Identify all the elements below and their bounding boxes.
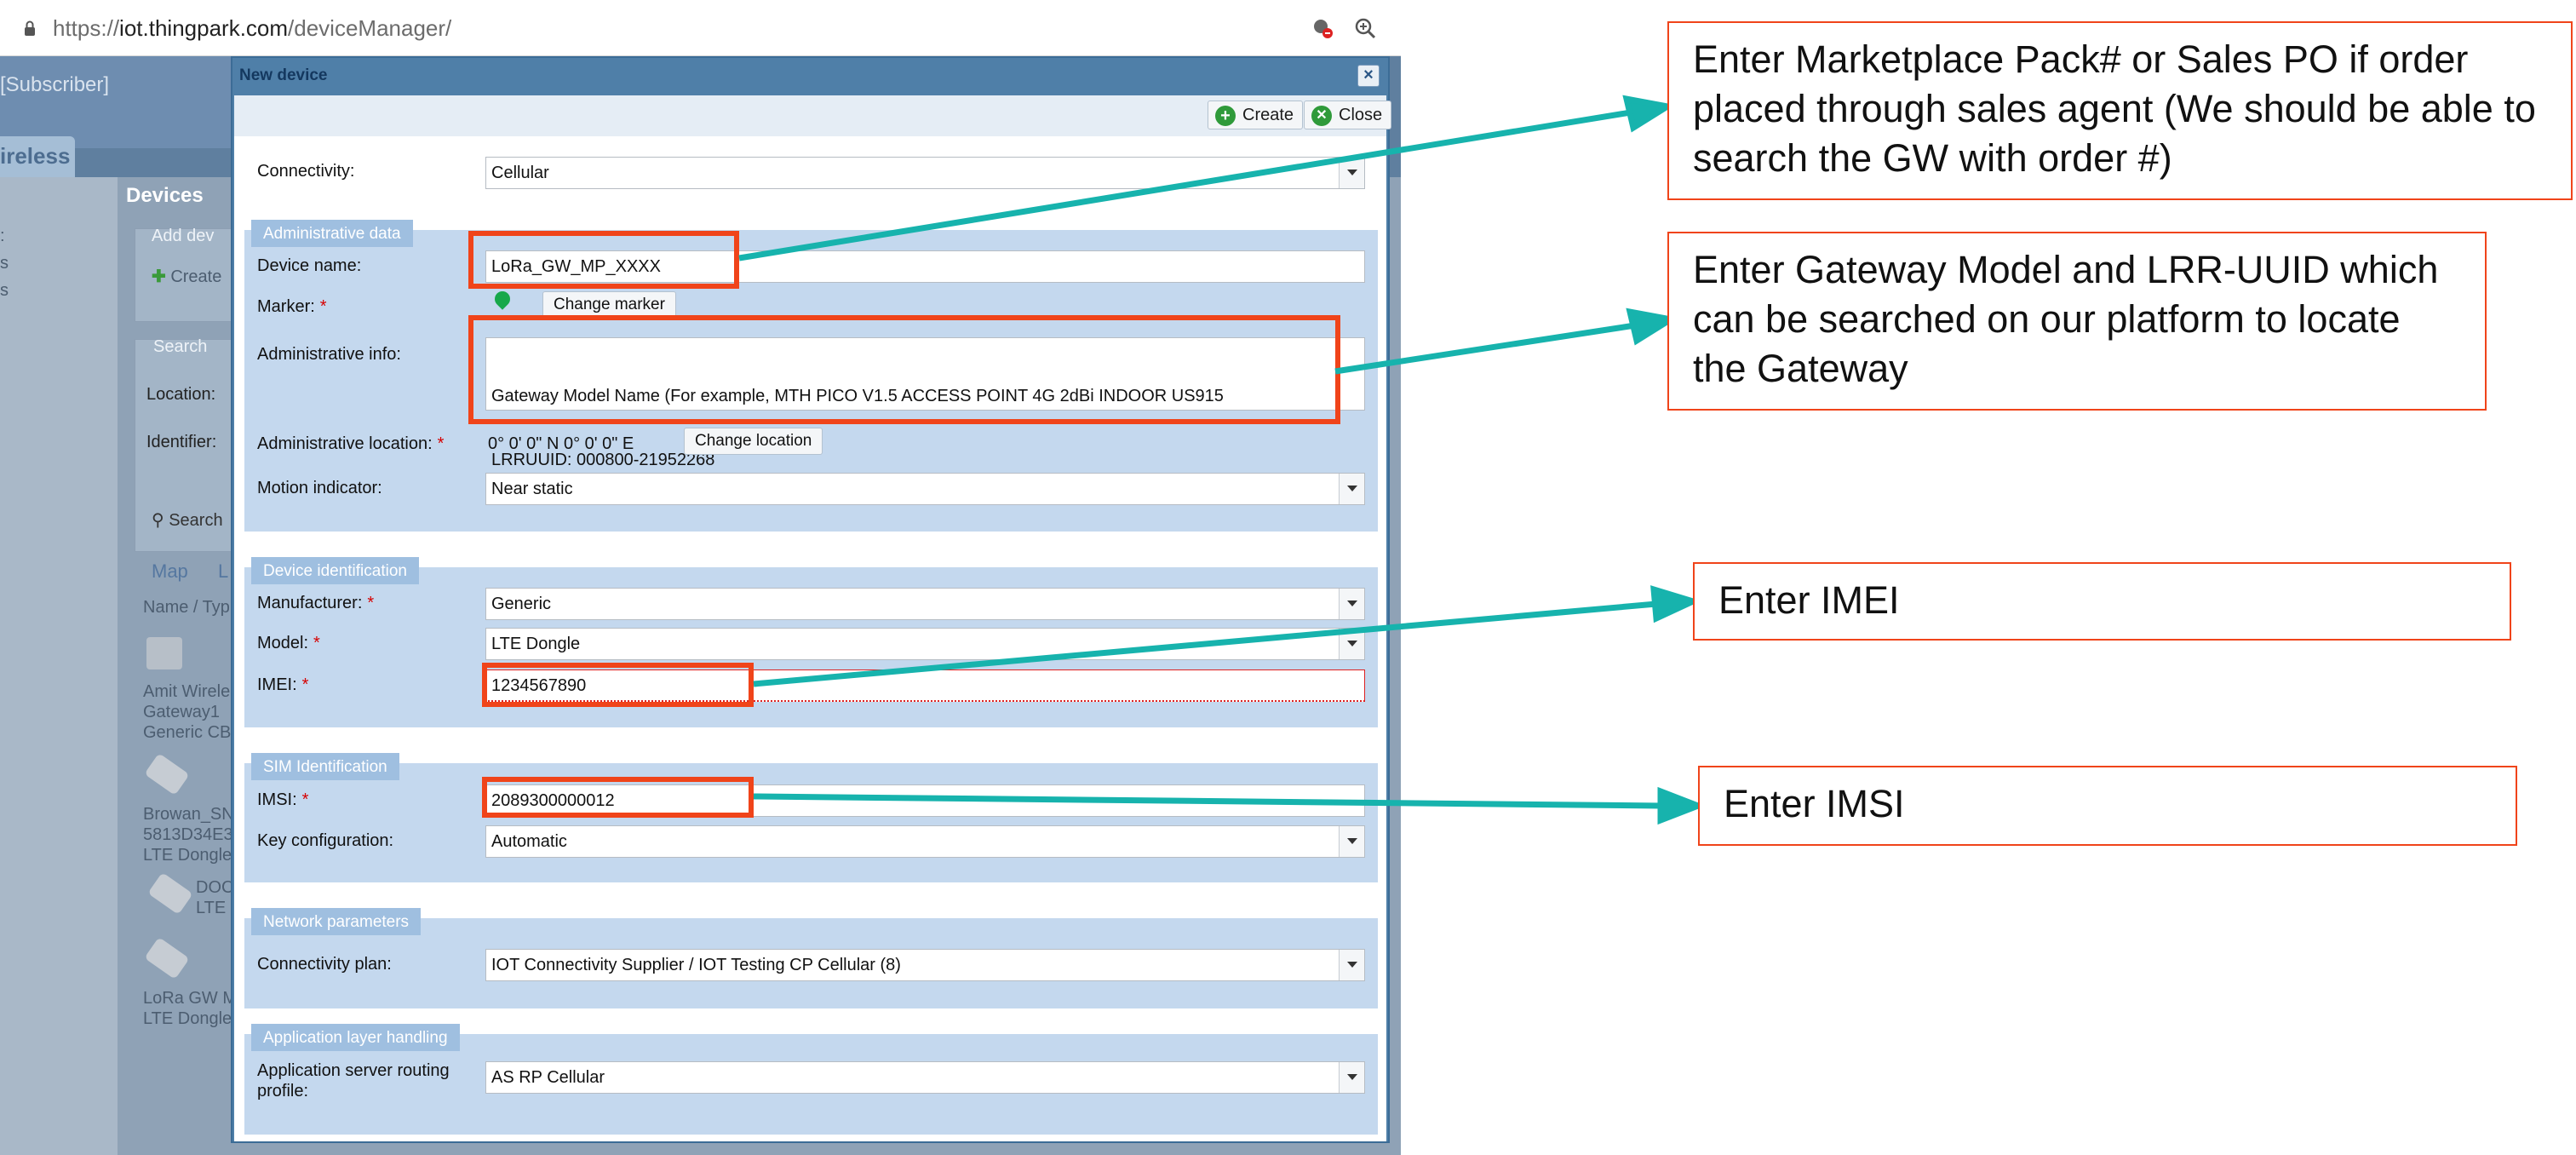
arrow-head bbox=[1622, 95, 1676, 133]
gateway-model-callout: Enter Gateway Model and LRR-UUID which c… bbox=[1667, 232, 2487, 411]
arrow-head bbox=[1626, 307, 1679, 346]
arrow-line bbox=[1334, 322, 1636, 375]
arrow-line bbox=[738, 109, 1632, 261]
arrow-head bbox=[1650, 585, 1701, 623]
imei-callout: Enter IMEI bbox=[1693, 562, 2511, 641]
arrow-head bbox=[1657, 786, 1707, 825]
marketplace-callout: Enter Marketplace Pack# or Sales PO if o… bbox=[1667, 21, 2573, 200]
imsi-callout: Enter IMSI bbox=[1698, 766, 2517, 846]
arrow-line bbox=[753, 793, 1661, 809]
arrow-line bbox=[753, 600, 1657, 687]
